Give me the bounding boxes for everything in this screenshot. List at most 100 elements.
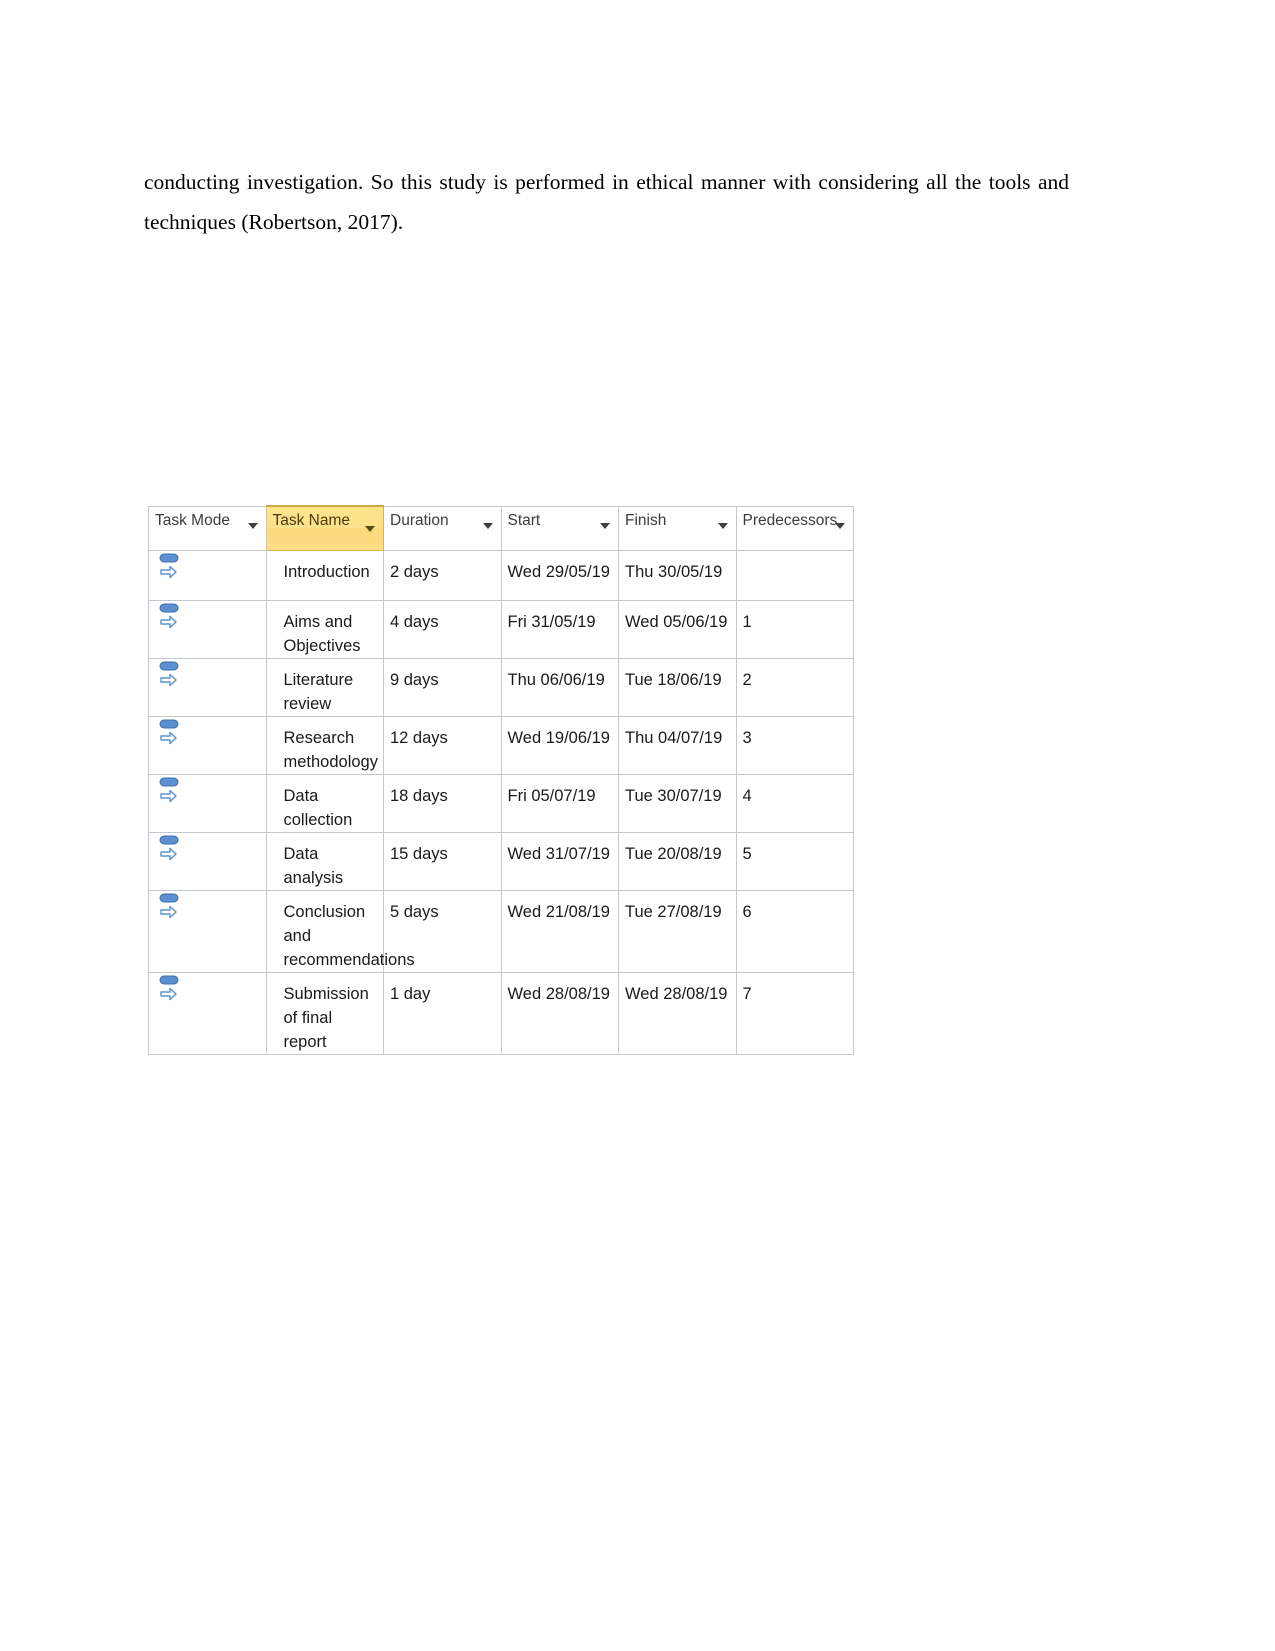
- cell-start-date-text: Wed 28/08/19: [507, 984, 610, 1003]
- filter-dropdown-icon[interactable]: [835, 522, 845, 529]
- task-table-body: Introduction 2 days Wed 29/05/19 Thu 30/05/…: [148, 549, 854, 1055]
- cell-finish-date[interactable]: Tue 20/08/19: [618, 831, 737, 891]
- cell-duration-text: 18 days: [390, 786, 448, 805]
- cell-task-name[interactable]: Introduction: [265, 549, 384, 601]
- manually-scheduled-icon[interactable]: [159, 719, 185, 749]
- cell-finish-date[interactable]: Tue 27/08/19: [618, 889, 737, 973]
- column-header-finish[interactable]: Finish: [618, 505, 737, 551]
- cell-task-mode[interactable]: [148, 549, 267, 601]
- table-row[interactable]: Research methodology 12 days Wed 19/06/19 T…: [148, 715, 854, 775]
- cell-start-date[interactable]: Wed 28/08/19: [500, 971, 619, 1055]
- task-table: Task Mode Task Name Duration Start Finish Pre…: [148, 505, 854, 1055]
- cell-task-name-text: Submission of final report: [283, 984, 369, 1051]
- table-row[interactable]: Data collection 18 days Fri 05/07/19 Tue 30…: [148, 773, 854, 833]
- cell-predecessors[interactable]: [735, 549, 854, 601]
- cell-start-date-text: Wed 29/05/19: [507, 562, 610, 581]
- cell-start-date[interactable]: Wed 21/08/19: [500, 889, 619, 973]
- cell-predecessors-text: 2: [742, 670, 752, 689]
- cell-predecessors-text: 3: [742, 728, 752, 747]
- table-row[interactable]: Data analysis 15 days Wed 31/07/19 Tue 20/0…: [148, 831, 854, 891]
- manually-scheduled-icon[interactable]: [159, 661, 185, 691]
- table-row[interactable]: Introduction 2 days Wed 29/05/19 Thu 30/05/…: [148, 549, 854, 601]
- cell-task-name-text: Literature review: [283, 670, 354, 713]
- column-header-start[interactable]: Start: [500, 505, 619, 551]
- cell-finish-date[interactable]: Tue 18/06/19: [618, 657, 737, 717]
- cell-finish-date-text: Thu 30/05/19: [625, 562, 723, 581]
- cell-predecessors-text: 5: [742, 844, 752, 863]
- cell-finish-date-text: Tue 18/06/19: [625, 670, 722, 689]
- cell-start-date[interactable]: Fri 05/07/19: [500, 773, 619, 833]
- cell-task-name[interactable]: Literature review: [265, 657, 384, 717]
- filter-dropdown-icon[interactable]: [600, 522, 610, 529]
- cell-duration[interactable]: 1 day: [383, 971, 502, 1055]
- cell-duration-text: 1 day: [390, 984, 431, 1003]
- cell-task-mode[interactable]: [148, 657, 267, 717]
- cell-finish-date[interactable]: Thu 04/07/19: [618, 715, 737, 775]
- cell-finish-date[interactable]: Wed 28/08/19: [618, 971, 737, 1055]
- cell-task-mode[interactable]: [148, 715, 267, 775]
- cell-task-name-text: Data analysis: [283, 844, 344, 887]
- cell-predecessors[interactable]: 6: [735, 889, 854, 973]
- cell-start-date[interactable]: Wed 19/06/19: [500, 715, 619, 775]
- filter-dropdown-icon[interactable]: [247, 522, 258, 529]
- cell-predecessors[interactable]: 7: [735, 971, 854, 1055]
- cell-duration[interactable]: 15 days: [383, 831, 502, 891]
- cell-task-mode[interactable]: [148, 971, 267, 1055]
- cell-task-mode[interactable]: [148, 889, 267, 973]
- cell-task-name[interactable]: Data analysis: [265, 831, 384, 891]
- cell-duration[interactable]: 18 days: [383, 773, 502, 833]
- filter-dropdown-icon[interactable]: [365, 526, 375, 532]
- cell-task-name[interactable]: Research methodology: [265, 715, 384, 775]
- column-header-duration[interactable]: Duration: [383, 505, 502, 551]
- cell-task-name[interactable]: Conclusion and recommendations: [265, 889, 415, 973]
- cell-task-name[interactable]: Submission of final report: [265, 971, 384, 1055]
- manually-scheduled-icon[interactable]: [159, 893, 185, 923]
- cell-start-date[interactable]: Fri 31/05/19: [500, 599, 619, 659]
- cell-duration[interactable]: 2 days: [383, 549, 502, 601]
- manually-scheduled-icon[interactable]: [159, 835, 185, 865]
- cell-finish-date-text: Wed 28/08/19: [625, 984, 728, 1003]
- table-row[interactable]: Aims and Objectives 4 days Fri 31/05/19 Wed…: [148, 599, 854, 659]
- column-header-predecessors[interactable]: Predecessors: [735, 505, 854, 551]
- cell-finish-date[interactable]: Wed 05/06/19: [618, 599, 737, 659]
- cell-start-date[interactable]: Wed 29/05/19: [500, 549, 619, 601]
- cell-duration[interactable]: 12 days: [383, 715, 502, 775]
- filter-dropdown-icon[interactable]: [717, 522, 728, 529]
- cell-predecessors[interactable]: 1: [735, 599, 854, 659]
- table-row[interactable]: Literature review 9 days Thu 06/06/19 Tue 1…: [148, 657, 854, 717]
- cell-finish-date-text: Tue 20/08/19: [625, 844, 722, 863]
- cell-predecessors[interactable]: 5: [735, 831, 854, 891]
- cell-predecessors[interactable]: 4: [735, 773, 854, 833]
- manually-scheduled-icon[interactable]: [159, 553, 185, 583]
- cell-predecessors[interactable]: 2: [735, 657, 854, 717]
- cell-finish-date[interactable]: Tue 30/07/19: [618, 773, 737, 833]
- cell-finish-date[interactable]: Thu 30/05/19: [618, 549, 737, 601]
- cell-predecessors[interactable]: 3: [735, 715, 854, 775]
- cell-task-name[interactable]: Data collection: [265, 773, 384, 833]
- cell-task-name[interactable]: Aims and Objectives: [265, 599, 384, 659]
- manually-scheduled-icon[interactable]: [159, 603, 185, 633]
- cell-finish-date-text: Wed 05/06/19: [625, 612, 728, 631]
- column-header-task-mode[interactable]: Task Mode: [148, 505, 267, 551]
- cell-predecessors-text: 6: [742, 902, 752, 921]
- cell-predecessors-text: [737, 551, 854, 560]
- manually-scheduled-icon[interactable]: [159, 975, 185, 1005]
- cell-task-mode[interactable]: [148, 831, 267, 891]
- column-header-task-name[interactable]: Task Name: [265, 505, 384, 551]
- cell-duration-text: 15 days: [390, 844, 448, 863]
- cell-duration-text: 2 days: [390, 562, 439, 581]
- cell-start-date[interactable]: Wed 31/07/19: [500, 831, 619, 891]
- cell-duration[interactable]: 4 days: [383, 599, 502, 659]
- cell-task-mode[interactable]: [148, 773, 267, 833]
- filter-dropdown-icon[interactable]: [482, 522, 493, 529]
- manually-scheduled-icon[interactable]: [159, 777, 185, 807]
- cell-task-name-text: Aims and Objectives: [283, 612, 361, 655]
- cell-task-mode[interactable]: [148, 599, 267, 659]
- cell-duration-text: 9 days: [390, 670, 439, 689]
- table-row[interactable]: Submission of final report 1 day Wed 28/08…: [148, 971, 854, 1055]
- table-row[interactable]: Conclusion and recommendations 5 days Wed …: [148, 889, 854, 973]
- cell-finish-date-text: Tue 27/08/19: [625, 902, 722, 921]
- cell-start-date[interactable]: Thu 06/06/19: [500, 657, 619, 717]
- cell-task-name-text: Data collection: [283, 786, 353, 829]
- cell-duration[interactable]: 9 days: [383, 657, 502, 717]
